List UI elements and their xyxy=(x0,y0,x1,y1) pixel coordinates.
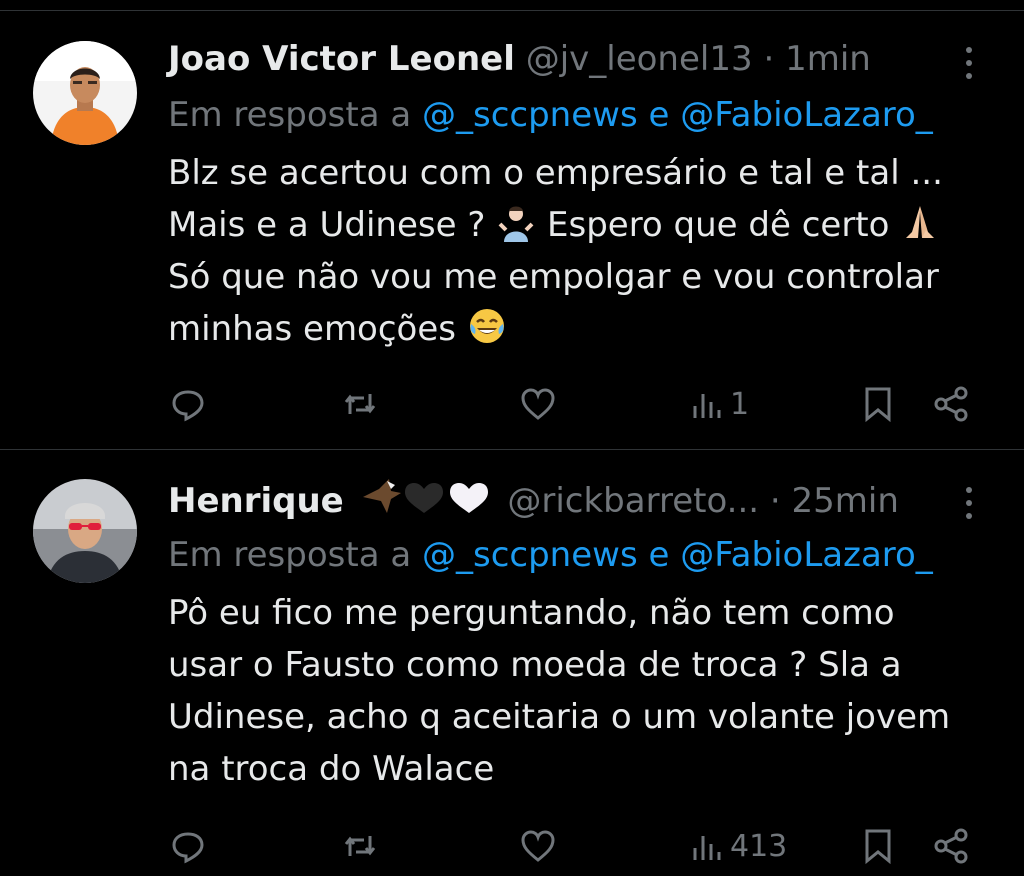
tweet-header: Henrique @rickbarreto... · 25min xyxy=(168,475,968,523)
retweet-icon xyxy=(344,394,376,414)
reply-button[interactable] xyxy=(168,821,210,871)
display-name[interactable]: Joao Victor Leonel xyxy=(168,39,515,79)
reply-icon xyxy=(172,832,204,864)
person-shrugging-emoji-icon xyxy=(498,206,534,242)
like-icon xyxy=(521,388,555,420)
tweet-header: Joao Victor Leonel @jv_leonel13 · 1min xyxy=(168,35,968,83)
mention-link[interactable]: @FabioLazaro_ xyxy=(680,95,933,135)
share-icon xyxy=(934,386,968,422)
bookmark-button[interactable] xyxy=(858,379,898,429)
bookmark-icon xyxy=(865,387,891,423)
views-icon xyxy=(693,394,721,418)
like-button[interactable] xyxy=(518,821,560,871)
more-options-icon[interactable] xyxy=(954,483,984,523)
reply-icon xyxy=(172,390,204,422)
user-handle[interactable]: @rickbarreto... xyxy=(507,481,759,521)
tweet-text-line: na troca do Walace xyxy=(168,749,495,789)
mention-link[interactable]: @_sccpnews xyxy=(422,95,638,135)
like-icon xyxy=(521,830,555,862)
like-button[interactable] xyxy=(518,379,560,429)
tweet-text-line: usar o Fausto como moeda de troca ? Sla … xyxy=(168,645,902,685)
reply-button[interactable] xyxy=(168,379,210,429)
tweet-text-line: Só que não vou me empolgar e vou control… xyxy=(168,257,939,297)
eagle-heart-emoji-icon xyxy=(362,479,488,513)
retweet-button[interactable] xyxy=(340,821,382,871)
reply-joiner: e xyxy=(648,535,670,575)
retweet-button[interactable] xyxy=(340,379,382,429)
display-name[interactable]: Henrique xyxy=(168,481,344,521)
mention-link[interactable]: @FabioLazaro_ xyxy=(680,535,933,575)
tweet-text-line: Blz se acertou com o empresário e tal e … xyxy=(168,153,943,193)
tweet-text: Pô eu fico me perguntando, não tem como … xyxy=(168,587,998,795)
tweet-text-line: minhas emoções xyxy=(168,303,998,355)
tweet[interactable]: Henrique @rickbarreto... · 25min Em resp… xyxy=(0,451,1024,876)
bookmark-button[interactable] xyxy=(858,821,898,871)
tweet-text-line: Mais e a Udinese ? Espero que dê certo xyxy=(168,199,998,251)
bookmark-icon xyxy=(865,829,891,865)
reply-context: Em resposta a @_sccpnews e @FabioLazaro_ xyxy=(168,91,988,139)
share-button[interactable] xyxy=(932,379,972,429)
tweet-text-line: Udinese, acho q aceitaria o um volante j… xyxy=(168,697,951,737)
tweet-divider xyxy=(0,449,1024,450)
views-button[interactable]: 1 xyxy=(688,379,749,429)
tears-of-joy-emoji-icon xyxy=(469,309,504,343)
tweet-text: Blz se acertou com o empresário e tal e … xyxy=(168,147,998,355)
avatar[interactable] xyxy=(33,479,137,583)
avatar[interactable] xyxy=(33,41,137,145)
share-icon xyxy=(934,828,968,864)
separator-dot: · xyxy=(763,39,775,79)
mention-link[interactable]: @_sccpnews xyxy=(422,535,638,575)
timestamp[interactable]: 25min xyxy=(792,481,899,521)
tweet[interactable]: Joao Victor Leonel @jv_leonel13 · 1min E… xyxy=(0,11,1024,449)
reply-prefix: Em resposta a xyxy=(168,95,412,135)
reply-context: Em resposta a @_sccpnews e @FabioLazaro_ xyxy=(168,531,988,579)
retweet-icon xyxy=(344,836,376,856)
views-icon xyxy=(693,836,721,860)
reply-joiner: e xyxy=(648,95,670,135)
views-button[interactable]: 413 xyxy=(688,821,787,871)
separator-dot: · xyxy=(769,481,781,521)
user-handle[interactable]: @jv_leonel13 xyxy=(526,39,753,79)
tweet-actions: 413 xyxy=(160,821,990,871)
more-options-icon[interactable] xyxy=(954,43,984,83)
share-button[interactable] xyxy=(932,821,972,871)
name-emoji-badges xyxy=(361,475,491,530)
tweet-actions: 1 xyxy=(160,379,990,429)
timestamp[interactable]: 1min xyxy=(785,39,871,79)
folded-hands-emoji-icon xyxy=(906,206,935,238)
reply-prefix: Em resposta a xyxy=(168,535,412,575)
tweet-text-line: Pô eu fico me perguntando, não tem como xyxy=(168,593,895,633)
